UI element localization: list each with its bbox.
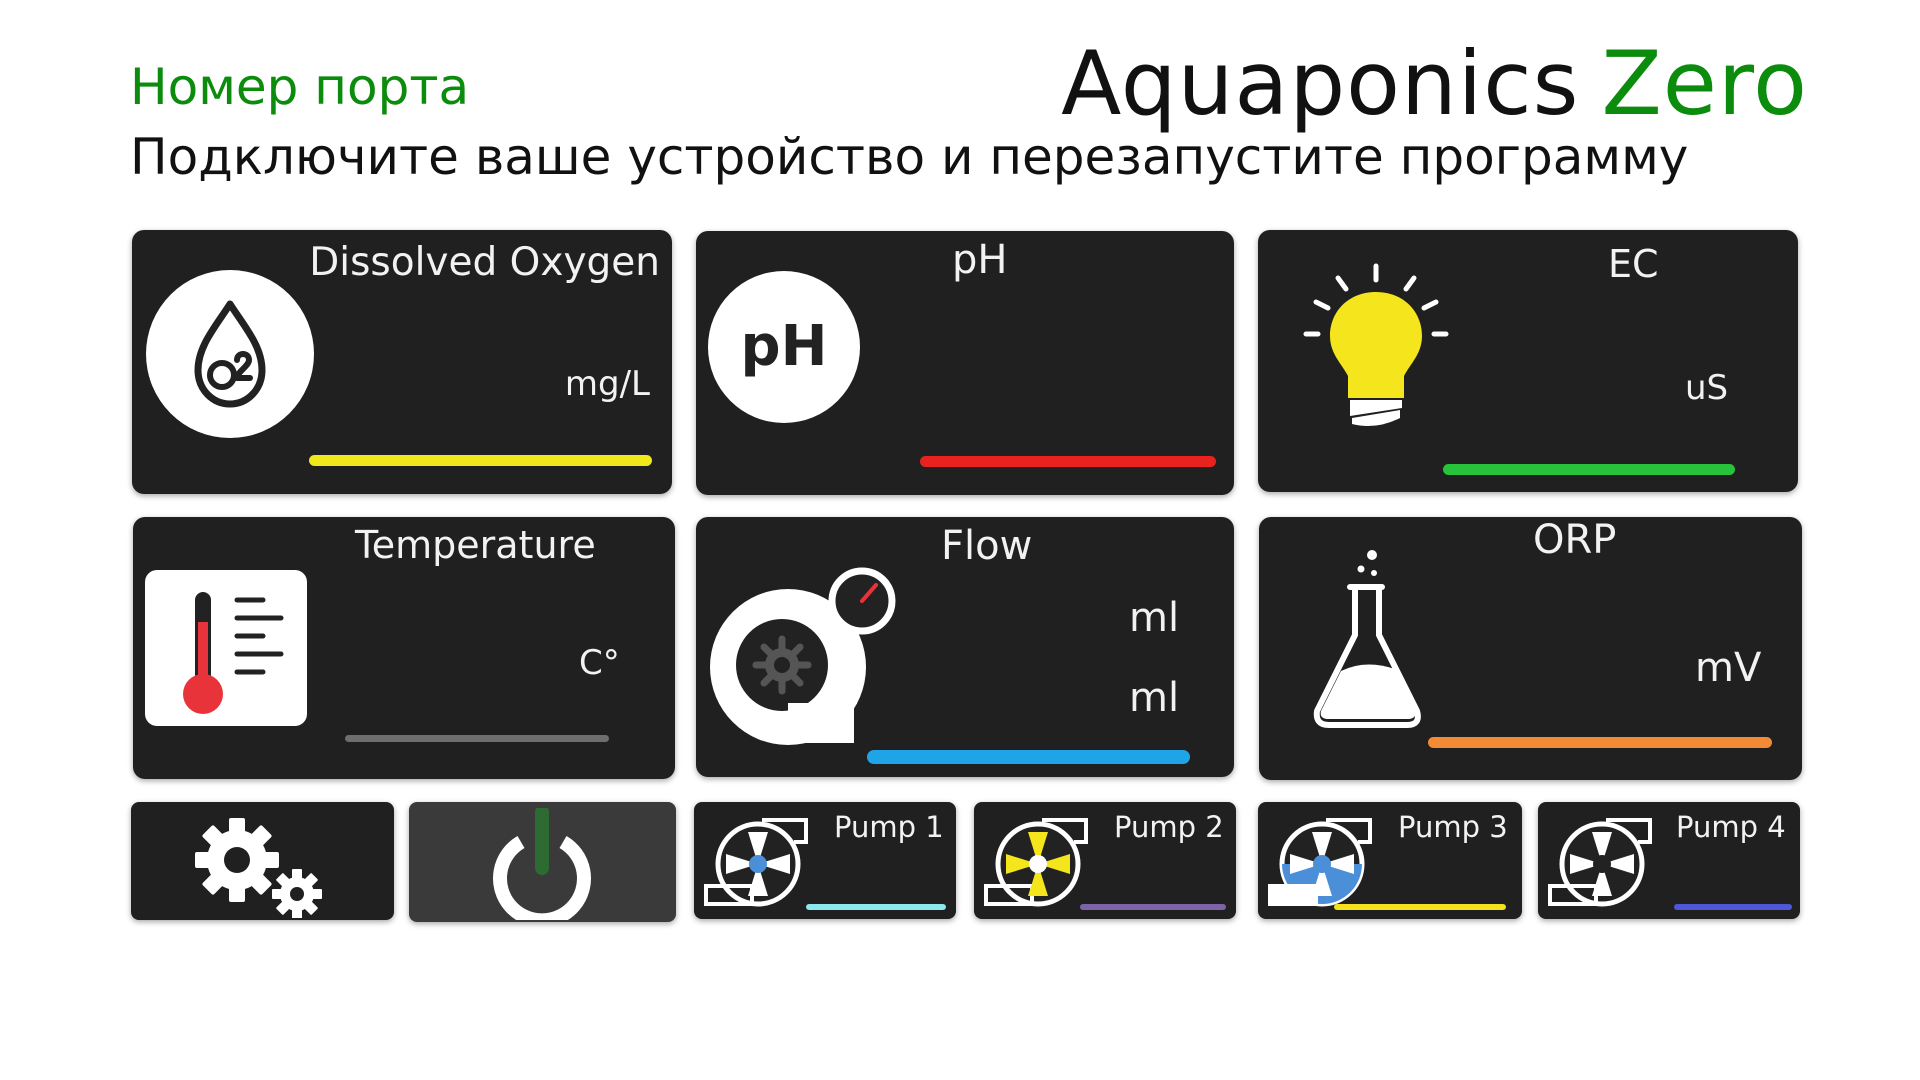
dissolved-oxygen-card[interactable]: Dissolved Oxygen mg/L (132, 230, 672, 494)
pump-2-card[interactable]: Pump 2 (974, 802, 1236, 919)
flow-card[interactable]: Flow ml ml (696, 517, 1234, 777)
thermometer-icon (145, 570, 307, 726)
pump-2-bar (1080, 904, 1226, 910)
pump-1-card[interactable]: Pump 1 (694, 802, 956, 919)
pump-icon (1266, 812, 1376, 912)
app-title-main: Aquaponics (1061, 32, 1580, 135)
pump-3-card[interactable]: Pump 3 (1258, 802, 1522, 919)
orp-card[interactable]: ORP mV (1259, 517, 1802, 780)
flow-unit-1: ml (1129, 595, 1180, 641)
pump-icon (702, 812, 812, 912)
flow-meter-icon (704, 567, 904, 745)
ec-title: EC (1608, 242, 1659, 286)
ph-title: pH (952, 237, 1008, 283)
pump-icon (982, 812, 1092, 912)
pump-icon (1546, 812, 1656, 912)
ph-card[interactable]: pH pH (696, 231, 1234, 495)
flow-bar (867, 750, 1190, 764)
orp-title: ORP (1533, 517, 1617, 563)
pump-2-label: Pump 2 (1114, 810, 1224, 844)
temperature-title: Temperature (355, 523, 596, 567)
power-icon (487, 805, 597, 928)
pump-3-label: Pump 3 (1398, 810, 1508, 844)
temperature-bar (345, 735, 609, 742)
pump-3-bar (1334, 904, 1506, 910)
ec-unit: uS (1685, 368, 1729, 408)
gears-icon (189, 818, 329, 919)
app-title-accent: Zero (1601, 32, 1808, 135)
pump-4-label: Pump 4 (1676, 810, 1786, 844)
ec-bar (1443, 464, 1735, 475)
pump-1-label: Pump 1 (834, 810, 944, 844)
pump-4-bar (1674, 904, 1792, 910)
o2-drop-icon (146, 270, 314, 438)
power-button[interactable] (409, 802, 676, 928)
pump-4-card[interactable]: Pump 4 (1538, 802, 1800, 919)
connection-message: Подключите ваше устройство и перезапусти… (130, 128, 1689, 186)
port-label: Номер порта (130, 58, 470, 116)
flask-icon (1307, 547, 1427, 737)
dissolved-oxygen-title: Dissolved Oxygen (309, 240, 660, 285)
light-bulb-icon (1286, 260, 1466, 440)
ph-bar (920, 456, 1216, 467)
flow-unit-2: ml (1129, 675, 1180, 721)
dissolved-oxygen-unit: mg/L (564, 364, 650, 404)
flow-title: Flow (941, 523, 1033, 569)
orp-unit: mV (1695, 645, 1762, 691)
settings-button[interactable] (131, 802, 394, 920)
pump-1-bar (806, 904, 946, 910)
app-title: Aquaponics Zero (1061, 32, 1808, 135)
temperature-unit: C° (579, 643, 620, 683)
ec-card[interactable]: EC uS (1258, 230, 1798, 492)
orp-bar (1428, 737, 1772, 748)
dissolved-oxygen-bar (309, 455, 652, 466)
temperature-card[interactable]: Temperature C° (133, 517, 675, 779)
ph-icon: pH (708, 271, 860, 423)
svg-text:pH: pH (741, 314, 828, 379)
